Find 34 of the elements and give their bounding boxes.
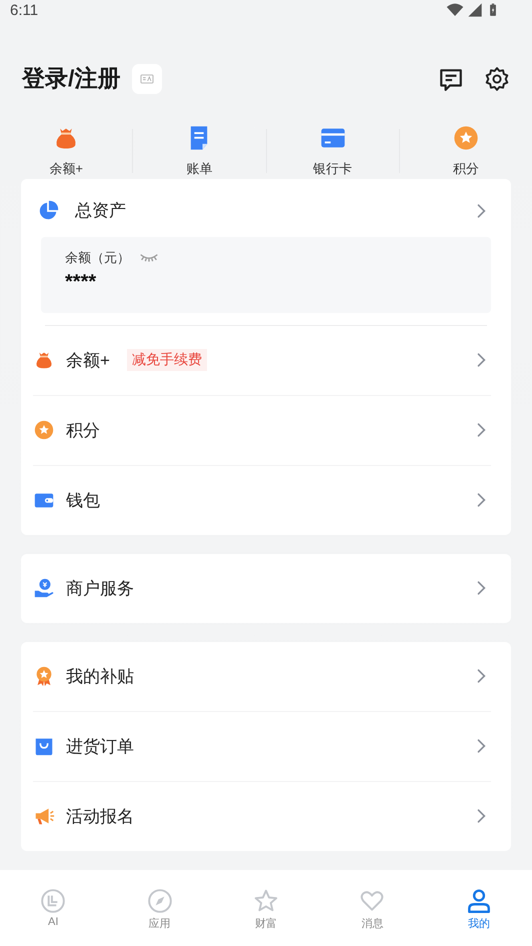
- menu-row[interactable]: 商户服务: [33, 554, 491, 623]
- balance-value: ****: [65, 270, 98, 294]
- total-assets-row[interactable]: 总资产: [33, 178, 491, 243]
- nav-tab[interactable]: 消息: [319, 888, 426, 931]
- star-icon: [253, 888, 280, 914]
- hand-coin-icon: [33, 577, 55, 600]
- status-time: 6:11: [10, 2, 38, 19]
- menu-row[interactable]: 进货订单: [33, 712, 491, 781]
- nav-tab[interactable]: AI: [0, 888, 106, 928]
- signal-icon: [467, 2, 483, 18]
- nav-tab[interactable]: 我的: [426, 888, 532, 931]
- person-icon: [466, 888, 492, 914]
- balance-label: 余额（元）: [65, 248, 130, 267]
- promo-tag: 减免手续费: [126, 349, 207, 372]
- ai-icon: [40, 888, 66, 914]
- star-badge-icon: [452, 124, 480, 152]
- menu-row[interactable]: 余额+ 减免手续费: [33, 326, 491, 395]
- menu-row[interactable]: 钱包: [33, 466, 491, 535]
- shortcut-button[interactable]: 银行卡: [266, 124, 399, 178]
- menu-row[interactable]: 积分: [33, 396, 491, 465]
- settings-icon: [484, 66, 510, 92]
- login-register-title[interactable]: 登录/注册: [22, 63, 120, 94]
- compass-icon: [146, 888, 173, 914]
- nav-tab[interactable]: 应用: [106, 888, 213, 931]
- menu-row[interactable]: 我的补贴: [33, 642, 491, 711]
- settings-button[interactable]: [484, 66, 510, 92]
- shortcut-button[interactable]: 余额+: [0, 124, 132, 178]
- closed-eye-icon: [140, 254, 158, 262]
- shortcut-button[interactable]: 积分: [400, 124, 532, 178]
- pie-chart-icon: [37, 200, 59, 222]
- menu-row[interactable]: 活动报名: [33, 782, 491, 851]
- nav-tab[interactable]: 财富: [212, 888, 320, 931]
- shortcut-button[interactable]: 账单: [133, 124, 266, 178]
- star-badge-icon: [33, 419, 55, 442]
